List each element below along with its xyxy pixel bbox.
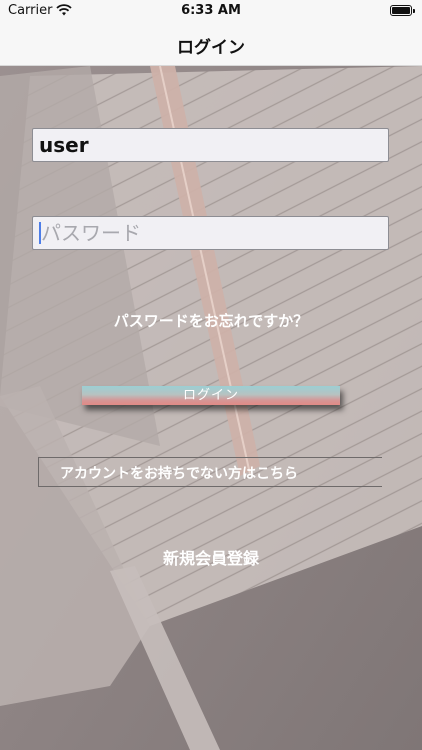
login-button[interactable]: ログイン (82, 386, 340, 405)
username-value: user (39, 133, 89, 157)
status-time: 6:33 AM (181, 3, 241, 18)
password-field[interactable]: パスワード (32, 216, 389, 250)
battery-icon (390, 5, 415, 16)
username-field[interactable]: user (32, 128, 389, 162)
register-link[interactable]: 新規会員登録 (0, 545, 422, 569)
text-cursor (39, 222, 41, 244)
background-photo (0, 66, 422, 750)
navigation-bar: ログイン (0, 22, 422, 66)
no-account-label: アカウントをお持ちでない方はこちら (60, 466, 298, 482)
password-placeholder: パスワード (41, 221, 141, 245)
forgot-password-link[interactable]: パスワードをお忘れですか？ (0, 310, 422, 331)
status-bar: Carrier 6:33 AM (0, 0, 422, 22)
page-title: ログイン (177, 38, 245, 58)
